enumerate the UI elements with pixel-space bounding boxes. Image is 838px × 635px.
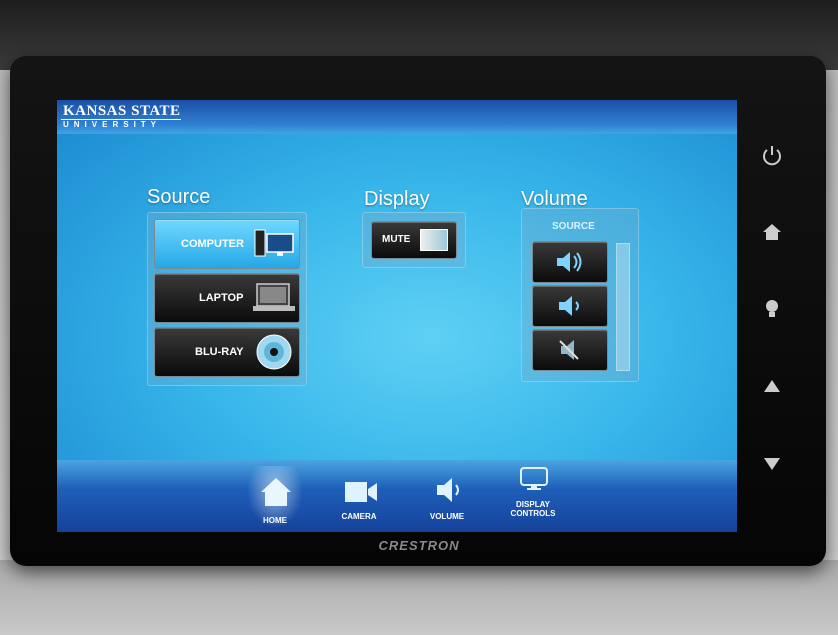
- nav-volume-label: VOLUME: [429, 512, 465, 521]
- display-mute-button[interactable]: MUTE: [371, 221, 457, 259]
- header-bar: KANSAS STATE UNIVERSITY: [57, 100, 737, 134]
- light-icon[interactable]: [760, 296, 784, 320]
- bottom-nav-bar: HOME CAMERA VOLUME DISPLAY CONTROLS: [57, 460, 737, 532]
- power-icon[interactable]: [760, 143, 784, 167]
- computer-source-button[interactable]: COMPUTER: [154, 219, 300, 269]
- camera-icon: [345, 482, 377, 502]
- display-panel: MUTE: [362, 212, 466, 268]
- monitor-icon: [520, 467, 548, 490]
- volume-level-slider[interactable]: [616, 243, 630, 371]
- mute-toggle-indicator: [420, 229, 448, 251]
- speaker-icon: [437, 478, 459, 502]
- mute-label: MUTE: [382, 234, 411, 245]
- nav-camera-label: CAMERA: [341, 512, 377, 521]
- nav-home[interactable]: HOME: [235, 466, 315, 530]
- home-icon: [261, 478, 291, 506]
- volume-down-button[interactable]: [532, 285, 608, 327]
- volume-down-icon: [559, 296, 579, 316]
- nav-display-controls-label: DISPLAY CONTROLS: [510, 500, 556, 518]
- bluray-source-button[interactable]: BLU-RAY: [154, 327, 300, 377]
- volume-up-button[interactable]: [532, 241, 608, 283]
- source-panel: COMPUTER LAPTOP BLU-RAY: [147, 212, 307, 386]
- laptop-icon: [253, 283, 295, 311]
- laptop-source-button[interactable]: LAPTOP: [154, 273, 300, 323]
- volume-source-label: SOURCE: [552, 221, 595, 232]
- nav-display-controls[interactable]: DISPLAY CONTROLS: [493, 466, 573, 530]
- source-heading: Source: [147, 186, 211, 208]
- university-logo-subtitle: UNIVERSITY: [63, 120, 162, 129]
- computer-label: COMPUTER: [181, 238, 244, 250]
- nav-volume[interactable]: VOLUME: [407, 466, 487, 530]
- nav-home-label: HOME: [263, 516, 287, 525]
- nav-camera[interactable]: CAMERA: [319, 466, 399, 530]
- bluray-label: BLU-RAY: [195, 346, 244, 358]
- arrow-down-icon[interactable]: [760, 452, 784, 476]
- hardware-home-icon[interactable]: [760, 220, 784, 244]
- display-heading: Display: [364, 188, 430, 210]
- volume-mute-button[interactable]: [532, 329, 608, 371]
- laptop-label: LAPTOP: [199, 292, 244, 304]
- volume-up-icon: [557, 252, 582, 272]
- volume-mute-icon: [559, 340, 579, 360]
- device-brand: CRESTRON: [378, 538, 460, 553]
- touch-screen: KANSAS STATE UNIVERSITY Source COMPUTER …: [57, 100, 737, 532]
- computer-icon: [254, 229, 294, 257]
- disc-icon: [256, 334, 292, 370]
- desk-surface: [0, 560, 838, 635]
- arrow-up-icon[interactable]: [760, 374, 784, 398]
- volume-panel: SOURCE: [521, 208, 639, 382]
- university-logo: KANSAS STATE: [63, 103, 181, 119]
